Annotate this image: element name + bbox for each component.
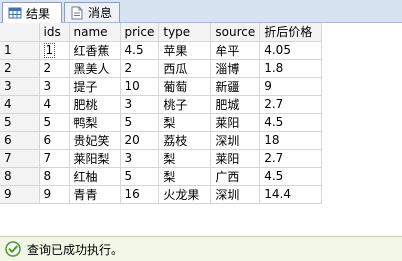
table-cell[interactable]: 贵妃笑	[69, 131, 121, 150]
column-header-ids[interactable]: ids	[39, 23, 70, 42]
table-cell[interactable]: 红香蕉	[69, 41, 121, 60]
table-cell[interactable]: 6	[39, 131, 70, 150]
table-cell[interactable]: 14.4	[259, 185, 323, 204]
table-cell[interactable]: 黑美人	[69, 59, 121, 78]
table-cell[interactable]: 提子	[69, 77, 121, 96]
table-cell[interactable]: 新疆	[210, 77, 261, 96]
row-number[interactable]: 8	[0, 167, 40, 186]
table-cell[interactable]: 莱阳梨	[69, 149, 121, 168]
tab-messages-label: 消息	[88, 6, 113, 20]
table-cell[interactable]: 梨	[158, 149, 212, 168]
table-cell[interactable]: 葡萄	[158, 77, 212, 96]
table-row[interactable]: 2 2 黑美人 2 西瓜 淄博 1.8	[0, 59, 323, 78]
table-cell[interactable]: 广西	[210, 167, 261, 186]
table-cell[interactable]: 5	[120, 113, 160, 132]
table-cell[interactable]: 4.05	[259, 41, 323, 60]
table-cell[interactable]: 10	[120, 77, 160, 96]
table-cell[interactable]: 淄博	[210, 59, 261, 78]
table-cell[interactable]: 肥桃	[69, 95, 121, 114]
table-cell[interactable]: 鸭梨	[69, 113, 121, 132]
row-number[interactable]: 2	[0, 59, 40, 78]
tab-results[interactable]: 结果	[2, 2, 62, 23]
table-row[interactable]: 1 1 红香蕉 4.5 苹果 牟平 4.05	[0, 41, 323, 60]
tab-messages[interactable]: 消息	[64, 2, 120, 22]
column-header-name[interactable]: name	[69, 23, 121, 42]
table-cell-selected[interactable]: 1	[39, 41, 70, 60]
table-cell[interactable]: 荔枝	[158, 131, 212, 150]
table-row[interactable]: 7 7 莱阳梨 3 梨 莱阳 2.7	[0, 149, 323, 168]
header-row: ids name price type source 折后价格	[0, 23, 323, 42]
column-header-source[interactable]: source	[210, 23, 261, 42]
table-cell[interactable]: 莱阳	[210, 113, 261, 132]
row-number[interactable]: 7	[0, 149, 40, 168]
table-cell[interactable]: 肥城	[210, 95, 261, 114]
grid-results-icon	[8, 7, 22, 19]
table-cell[interactable]: 红柚	[69, 167, 121, 186]
column-header-type[interactable]: type	[158, 23, 212, 42]
table-cell[interactable]: 20	[120, 131, 160, 150]
results-table: ids name price type source 折后价格 1 1 红香蕉 …	[0, 23, 323, 204]
select-all-corner[interactable]	[0, 23, 40, 42]
table-cell[interactable]: 3	[120, 149, 160, 168]
success-check-icon	[5, 241, 21, 257]
table-cell[interactable]: 16	[120, 185, 160, 204]
table-row[interactable]: 4 4 肥桃 3 桃子 肥城 2.7	[0, 95, 323, 114]
table-cell[interactable]: 4.5	[259, 167, 323, 186]
table-cell[interactable]: 莱阳	[210, 149, 261, 168]
row-number[interactable]: 9	[0, 185, 40, 204]
table-cell[interactable]: 4.5	[120, 41, 160, 60]
table-cell[interactable]: 苹果	[158, 41, 212, 60]
table-cell[interactable]: 3	[39, 77, 70, 96]
table-cell[interactable]: 3	[120, 95, 160, 114]
row-number[interactable]: 6	[0, 131, 40, 150]
table-cell[interactable]: 梨	[158, 167, 212, 186]
table-cell[interactable]: 4	[39, 95, 70, 114]
table-cell[interactable]: 深圳	[210, 131, 261, 150]
row-number[interactable]: 5	[0, 113, 40, 132]
table-row[interactable]: 9 9 青青 16 火龙果 深圳 14.4	[0, 185, 323, 204]
table-cell[interactable]: 牟平	[210, 41, 261, 60]
results-tab-strip: 结果 消息	[0, 0, 402, 23]
row-number[interactable]: 4	[0, 95, 40, 114]
row-number[interactable]: 1	[0, 41, 40, 60]
column-header-discount-price[interactable]: 折后价格	[259, 23, 323, 42]
table-cell[interactable]: 桃子	[158, 95, 212, 114]
table-cell[interactable]: 西瓜	[158, 59, 212, 78]
table-cell[interactable]: 7	[39, 149, 70, 168]
status-bar: 查询已成功执行。	[0, 236, 402, 261]
table-row[interactable]: 8 8 红柚 5 梨 广西 4.5	[0, 167, 323, 186]
table-cell[interactable]: 5	[120, 167, 160, 186]
status-message: 查询已成功执行。	[27, 242, 124, 257]
table-cell[interactable]: 18	[259, 131, 323, 150]
table-cell[interactable]: 2.7	[259, 95, 323, 114]
table-cell[interactable]: 2.7	[259, 149, 323, 168]
table-row[interactable]: 6 6 贵妃笑 20 荔枝 深圳 18	[0, 131, 323, 150]
table-cell[interactable]: 9	[259, 77, 323, 96]
tab-results-label: 结果	[26, 6, 51, 21]
results-grid: ids name price type source 折后价格 1 1 红香蕉 …	[0, 23, 402, 235]
table-cell[interactable]: 8	[39, 167, 70, 186]
table-cell[interactable]: 2	[120, 59, 160, 78]
table-cell[interactable]: 深圳	[210, 185, 261, 204]
table-cell[interactable]: 9	[39, 185, 70, 204]
table-cell[interactable]: 2	[39, 59, 70, 78]
row-number[interactable]: 3	[0, 77, 40, 96]
table-row[interactable]: 3 3 提子 10 葡萄 新疆 9	[0, 77, 323, 96]
table-cell[interactable]: 5	[39, 113, 70, 132]
table-cell[interactable]: 4.5	[259, 113, 323, 132]
table-row[interactable]: 5 5 鸭梨 5 梨 莱阳 4.5	[0, 113, 323, 132]
column-header-price[interactable]: price	[120, 23, 160, 42]
messages-icon	[71, 6, 83, 19]
table-cell[interactable]: 1.8	[259, 59, 323, 78]
table-cell[interactable]: 梨	[158, 113, 212, 132]
table-cell[interactable]: 青青	[69, 185, 121, 204]
table-cell[interactable]: 火龙果	[158, 185, 212, 204]
